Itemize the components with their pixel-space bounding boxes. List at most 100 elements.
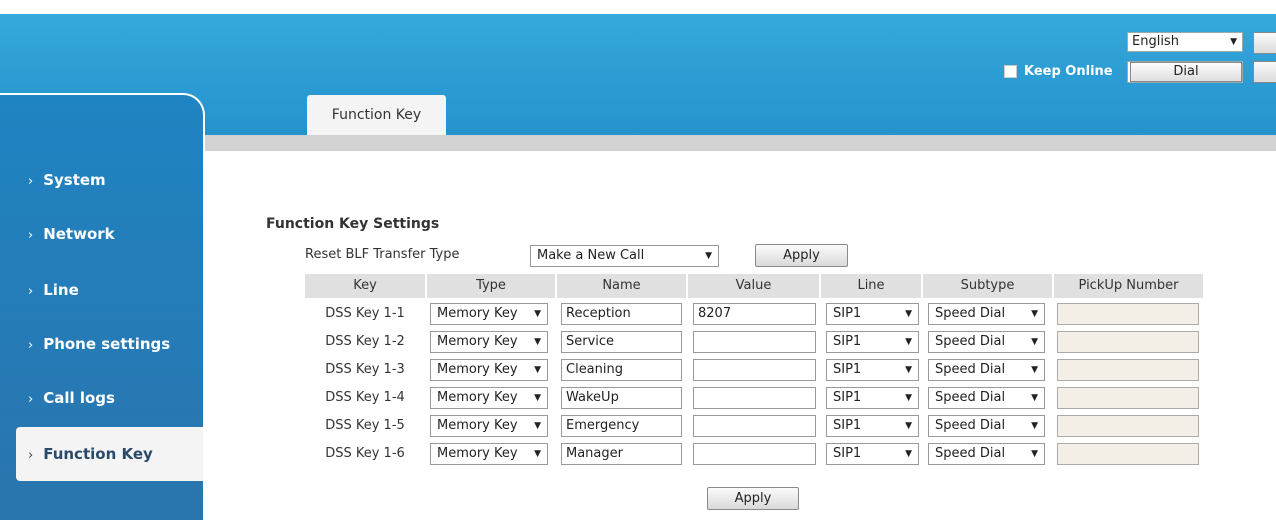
keep-online-label: Keep Online [1024, 64, 1113, 79]
row-subtype-select[interactable]: Speed Dial ▼ [928, 359, 1045, 381]
row-value-input[interactable] [693, 387, 816, 409]
row-value-input[interactable] [693, 415, 816, 437]
row-pickup-number-input[interactable] [1057, 443, 1199, 465]
row-value-input[interactable] [693, 443, 816, 465]
chevron-down-icon: ▼ [1031, 449, 1038, 459]
row-subtype-select[interactable]: Speed Dial ▼ [928, 415, 1045, 437]
row-pickup-number-input[interactable] [1057, 415, 1199, 437]
row-type-select[interactable]: Memory Key ▼ [430, 359, 548, 381]
row-subtype-select[interactable]: Speed Dial ▼ [928, 443, 1045, 465]
row-value-input[interactable] [693, 359, 816, 381]
row-line-select[interactable]: SIP1 ▼ [826, 387, 919, 409]
row-type-select[interactable]: Memory Key ▼ [430, 443, 548, 465]
language-select[interactable]: English ▼ [1127, 32, 1243, 52]
chevron-down-icon: ▼ [1031, 309, 1038, 319]
reset-blf-label: Reset BLF Transfer Type [305, 247, 460, 262]
chevron-down-icon: ▼ [534, 309, 541, 319]
chevron-down-icon: ▼ [534, 337, 541, 347]
row-name-input[interactable]: Reception [561, 303, 682, 325]
row-pickup-number-input[interactable] [1057, 359, 1199, 381]
row-line-value: SIP1 [833, 334, 862, 349]
reset-blf-select-value: Make a New Call [537, 248, 645, 263]
sidebar-item-label: Line [43, 281, 79, 299]
row-line-value: SIP1 [833, 362, 862, 377]
row-name-input[interactable]: WakeUp [561, 387, 682, 409]
sidebar-item-call-logs[interactable]: › Call logs [0, 371, 203, 425]
sidebar-item-line[interactable]: › Line [0, 263, 203, 317]
chevron-right-icon: › [28, 338, 34, 353]
row-subtype-select[interactable]: Speed Dial ▼ [928, 331, 1045, 353]
apply-reset-button[interactable]: Apply [755, 244, 848, 267]
row-subtype-value: Speed Dial [935, 362, 1006, 377]
chevron-down-icon: ▼ [534, 421, 541, 431]
sidebar-item-network[interactable]: › Network [0, 207, 203, 261]
row-type-select[interactable]: Memory Key ▼ [430, 415, 548, 437]
row-key-label: DSS Key 1-1 [325, 306, 405, 321]
sidebar-item-label: Phone settings [43, 335, 171, 353]
row-name-input[interactable]: Service [561, 331, 682, 353]
row-key-label: DSS Key 1-4 [325, 390, 405, 405]
row-value-input[interactable]: 8207 [693, 303, 816, 325]
row-key-label: DSS Key 1-3 [325, 362, 405, 377]
row-line-value: SIP1 [833, 390, 862, 405]
row-type-value: Memory Key [437, 446, 518, 461]
row-line-select[interactable]: SIP1 ▼ [826, 331, 919, 353]
language-select-value: English [1132, 34, 1179, 49]
reset-blf-select[interactable]: Make a New Call ▼ [530, 245, 719, 267]
row-pickup-number-input[interactable] [1057, 331, 1199, 353]
keep-online-toggle[interactable]: Keep Online [1004, 64, 1113, 79]
tab-function-key[interactable]: Function Key [307, 95, 446, 135]
column-header-key: Key [305, 274, 425, 298]
sidebar-item-label: Function Key [43, 445, 153, 463]
row-name-input[interactable]: Cleaning [561, 359, 682, 381]
chevron-down-icon: ▼ [905, 309, 912, 319]
row-line-value: SIP1 [833, 418, 862, 433]
apply-button[interactable]: Apply [707, 487, 799, 510]
row-type-value: Memory Key [437, 390, 518, 405]
row-subtype-select[interactable]: Speed Dial ▼ [928, 303, 1045, 325]
row-type-select[interactable]: Memory Key ▼ [430, 303, 548, 325]
dial-button[interactable]: Dial [1130, 62, 1242, 82]
row-subtype-select[interactable]: Speed Dial ▼ [928, 387, 1045, 409]
row-type-value: Memory Key [437, 362, 518, 377]
chevron-right-icon: › [28, 448, 34, 463]
row-line-value: SIP1 [833, 306, 862, 321]
column-header-name: Name [557, 274, 686, 298]
row-type-value: Memory Key [437, 306, 518, 321]
chevron-down-icon: ▼ [905, 449, 912, 459]
chevron-down-icon: ▼ [1031, 393, 1038, 403]
row-line-select[interactable]: SIP1 ▼ [826, 359, 919, 381]
chevron-down-icon: ▼ [534, 449, 541, 459]
row-name-input[interactable]: Manager [561, 443, 682, 465]
chevron-down-icon: ▼ [1031, 337, 1038, 347]
row-pickup-number-input[interactable] [1057, 303, 1199, 325]
row-line-select[interactable]: SIP1 ▼ [826, 443, 919, 465]
row-line-value: SIP1 [833, 446, 862, 461]
chevron-right-icon: › [28, 392, 34, 407]
chevron-right-icon: › [28, 228, 34, 243]
row-subtype-value: Speed Dial [935, 306, 1006, 321]
row-type-select[interactable]: Memory Key ▼ [430, 387, 548, 409]
row-pickup-number-input[interactable] [1057, 387, 1199, 409]
row-name-input[interactable]: Emergency [561, 415, 682, 437]
row-line-select[interactable]: SIP1 ▼ [826, 415, 919, 437]
row-type-select[interactable]: Memory Key ▼ [430, 331, 548, 353]
row-type-value: Memory Key [437, 334, 518, 349]
keep-online-checkbox[interactable] [1004, 65, 1017, 78]
chevron-down-icon: ▼ [905, 365, 912, 375]
logout-button[interactable] [1253, 32, 1276, 54]
row-line-select[interactable]: SIP1 ▼ [826, 303, 919, 325]
hangup-button[interactable] [1253, 61, 1276, 83]
sidebar-item-label: Network [43, 225, 115, 243]
sidebar-item-system[interactable]: › System [0, 153, 203, 207]
chevron-down-icon: ▼ [905, 337, 912, 347]
chevron-down-icon: ▼ [905, 393, 912, 403]
row-subtype-value: Speed Dial [935, 390, 1006, 405]
sidebar: › System › Network › Line › Phone settings ›… [0, 93, 205, 520]
chevron-down-icon: ▼ [905, 421, 912, 431]
sidebar-item-function-key[interactable]: › Function Key [16, 427, 203, 481]
row-type-value: Memory Key [437, 418, 518, 433]
row-value-input[interactable] [693, 331, 816, 353]
sidebar-item-phone-settings[interactable]: › Phone settings [0, 317, 203, 371]
column-header-line: Line [821, 274, 921, 298]
